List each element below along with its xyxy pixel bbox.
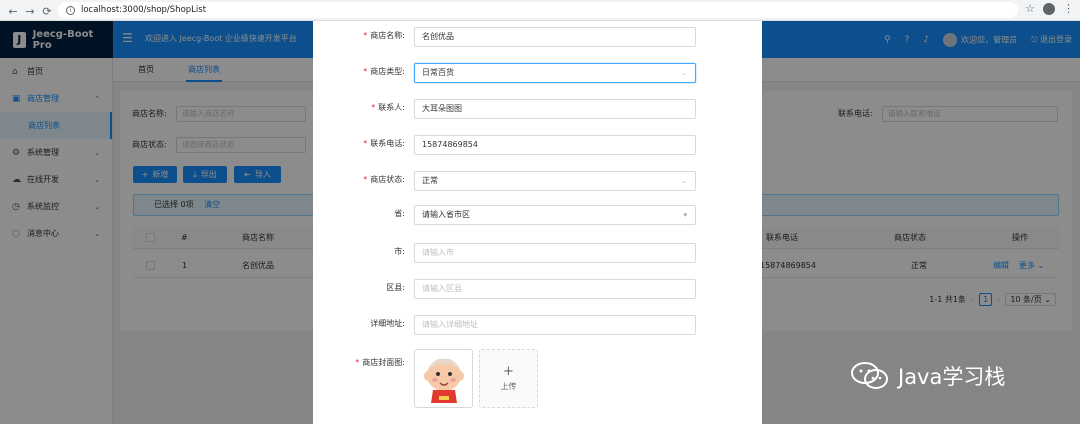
form-row-contact: *联系人 大耳朵图图 xyxy=(313,99,762,119)
required-mark: * xyxy=(355,358,360,367)
cover-upload: + 上传 xyxy=(414,349,538,408)
caret-down-icon: ▾ xyxy=(683,211,687,219)
form-label-text: 区县 xyxy=(386,283,403,292)
form-label: 详细地址 xyxy=(370,318,405,329)
address-bar[interactable]: i localhost:3000/shop/ShopList xyxy=(58,2,1018,18)
phone-input[interactable]: 15874869854 xyxy=(414,135,696,155)
form-label-text: 商店名称 xyxy=(370,31,403,40)
form-label-text: 商店类型 xyxy=(370,67,403,76)
wechat-icon xyxy=(851,362,888,389)
select-value: 请输入省市区 xyxy=(422,210,470,219)
required-mark: * xyxy=(371,103,376,112)
upload-label: 上传 xyxy=(500,381,517,391)
forward-icon[interactable]: → xyxy=(21,2,39,20)
form-label: 市 xyxy=(394,246,405,257)
chevron-down-icon: ⌄ xyxy=(681,177,687,185)
back-icon[interactable]: ← xyxy=(4,2,22,20)
required-mark: * xyxy=(363,67,368,76)
form-label: * 联系电话 xyxy=(363,138,405,149)
watermark-text: Java学习栈 xyxy=(898,365,1006,389)
shop-name-input[interactable]: 名创优品 xyxy=(414,27,696,47)
form-row-province: 省 请输入省市区 ▾ xyxy=(313,205,762,225)
watermark: Java学习栈 xyxy=(850,360,1005,392)
province-select[interactable]: 请输入省市区 ▾ xyxy=(414,205,696,225)
form-row-address: 详细地址 请输入详细地址 xyxy=(313,315,762,335)
form-label-text: 商店封面图 xyxy=(362,358,403,367)
address-input[interactable]: 请输入详细地址 xyxy=(414,315,696,335)
form-label-text: 详细地址 xyxy=(370,319,403,328)
chevron-down-icon: ⌄ xyxy=(681,69,687,77)
shop-edit-modal: *商店名称 名创优品 *商店类型 日常百货⌄ *联系人 大耳朵图图 *联系电话 … xyxy=(313,21,762,424)
form-label: * 商店类型 xyxy=(363,66,405,77)
bookmark-star-icon[interactable]: ☆ xyxy=(1025,2,1035,15)
district-input[interactable]: 请输入区县 xyxy=(414,279,696,299)
form-row-shop-name: *商店名称 名创优品 xyxy=(313,27,762,47)
info-icon[interactable]: i xyxy=(66,5,75,15)
browser-menu-icon[interactable]: ⋮ xyxy=(1063,2,1074,15)
browser-toolbar: ← → ⟳ i localhost:3000/shop/ShopList ☆ ⋮ xyxy=(0,0,1080,21)
select-value: 日常百货 xyxy=(422,68,454,77)
cartoon-child-image xyxy=(423,358,464,403)
cover-image-thumbnail[interactable] xyxy=(414,349,473,408)
form-row-shop-type: *商店类型 日常百货 ⌄ xyxy=(313,63,762,83)
plus-icon: + xyxy=(503,363,514,379)
form-label: * 商店状态 xyxy=(363,174,405,185)
form-label: 省 xyxy=(394,208,405,219)
status-select[interactable]: 正常 ⌄ xyxy=(414,171,696,191)
city-input[interactable]: 请输入市 xyxy=(414,243,696,263)
contact-input[interactable]: 大耳朵图图 xyxy=(414,99,696,119)
form-label: * 联系人 xyxy=(371,102,405,113)
shop-type-select[interactable]: 日常百货 ⌄ xyxy=(414,63,696,83)
form-label: 区县 xyxy=(386,282,405,293)
profile-icon[interactable] xyxy=(1043,2,1055,15)
form-row-district: 区县 请输入区县 xyxy=(313,279,762,299)
form-label-text: 联系电话 xyxy=(370,139,403,148)
select-value: 正常 xyxy=(422,176,438,185)
form-row-city: 市 请输入市 xyxy=(313,243,762,263)
form-label-text: 市 xyxy=(394,247,403,256)
form-row-phone: *联系电话 15874869854 xyxy=(313,135,762,155)
required-mark: * xyxy=(363,139,368,148)
required-mark: * xyxy=(363,175,368,184)
form-label: * 商店名称 xyxy=(363,30,405,41)
form-label-text: 省 xyxy=(394,209,403,218)
reload-icon[interactable]: ⟳ xyxy=(38,2,56,20)
form-row-status: *商店状态 正常 ⌄ xyxy=(313,171,762,191)
form-label-text: 联系人 xyxy=(378,103,403,112)
form-label: * 商店封面图 xyxy=(355,357,405,368)
form-label-text: 商店状态 xyxy=(370,175,403,184)
required-mark: * xyxy=(363,31,368,40)
upload-button[interactable]: + 上传 xyxy=(479,349,538,408)
url-text: localhost:3000/shop/ShopList xyxy=(81,5,207,15)
